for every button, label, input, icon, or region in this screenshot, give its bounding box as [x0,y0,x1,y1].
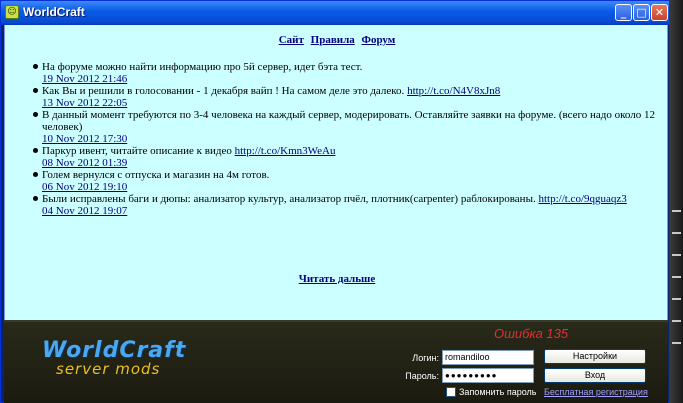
login-button[interactable]: Вход [544,368,646,383]
desktop-tick [672,232,681,234]
launcher-window: ☺ WorldCraft _ □ ✕ Сайт Правила Форум На… [0,0,670,403]
desktop-tick [672,210,681,212]
window-title: WorldCraft [23,5,85,19]
news-text: Как Вы и решили в голосовании - 1 декабр… [42,85,408,97]
close-button[interactable]: ✕ [651,4,668,21]
maximize-button[interactable]: □ [633,4,650,21]
news-item: На форуме можно найти информацию про 5й … [27,61,657,85]
read-more: Читать дальше [5,273,669,285]
news-item: Были исправлены баги и дюпы: анализатор … [27,193,657,217]
title-bar[interactable]: ☺ WorldCraft _ □ ✕ [1,1,669,25]
worldcraft-logo: WorldCraft server mods [42,338,212,384]
news-item: Как Вы и решили в голосовании - 1 декабр… [27,85,657,109]
news-text: Паркур ивент, читайте описание к видео [42,145,235,157]
nav-link-rules[interactable]: Правила [311,34,355,46]
news-item: Голем вернулся с отпуска и магазин на 4м… [27,169,657,193]
news-text: В данный момент требуются по 3-4 человек… [42,109,655,133]
news-text: Голем вернулся с отпуска и магазин на 4м… [42,169,270,181]
desktop-tick [672,342,681,344]
news-date-link[interactable]: 06 Nov 2012 19:10 [42,181,657,193]
register-link[interactable]: Бесплатная регистрация [544,387,648,397]
password-label: Пароль: [405,371,439,381]
news-text: На форуме можно найти информацию про 5й … [42,61,363,73]
top-nav: Сайт Правила Форум [5,34,669,46]
logo-subtitle: server mods [56,360,161,378]
news-item: В данный момент требуются по 3-4 человек… [27,109,657,145]
news-date-link[interactable]: 04 Nov 2012 19:07 [42,205,657,217]
news-link[interactable]: http://t.co/N4V8xJn8 [407,85,500,97]
login-panel: WorldCraft server mods Ошибка 135 Логин:… [4,320,668,403]
minimize-button[interactable]: _ [615,4,632,21]
news-date-link[interactable]: 19 Nov 2012 21:46 [42,73,657,85]
error-message: Ошибка 135 [494,326,569,341]
news-item: Паркур ивент, читайте описание к видео h… [27,145,657,169]
remember-label: Запомнить пароль [459,387,537,397]
smiley-icon: ☺ [5,5,19,19]
remember-checkbox[interactable] [446,387,456,397]
news-link[interactable]: http://t.co/Kmn3WeAu [235,145,336,157]
desktop-tick [672,298,681,300]
nav-link-forum[interactable]: Форум [362,34,396,46]
read-more-link[interactable]: Читать дальше [299,273,375,285]
news-date-link[interactable]: 10 Nov 2012 17:30 [42,133,657,145]
login-label: Логин: [412,353,439,363]
desktop-tick [672,276,681,278]
news-link[interactable]: http://t.co/9qguaqz3 [538,193,626,205]
desktop-tick [672,254,681,256]
login-input[interactable]: romandiloo [442,350,534,365]
news-date-link[interactable]: 08 Nov 2012 01:39 [42,157,657,169]
news-list: На форуме можно найти информацию про 5й … [27,61,657,217]
password-input[interactable]: ●●●●●●●●● [442,368,534,383]
news-date-link[interactable]: 13 Nov 2012 22:05 [42,97,657,109]
settings-button[interactable]: Настройки [544,349,646,364]
nav-link-site[interactable]: Сайт [279,34,304,46]
desktop-tick [672,320,681,322]
news-panel: Сайт Правила Форум На форуме можно найти… [4,25,668,320]
news-text: Были исправлены баги и дюпы: анализатор … [42,193,539,205]
